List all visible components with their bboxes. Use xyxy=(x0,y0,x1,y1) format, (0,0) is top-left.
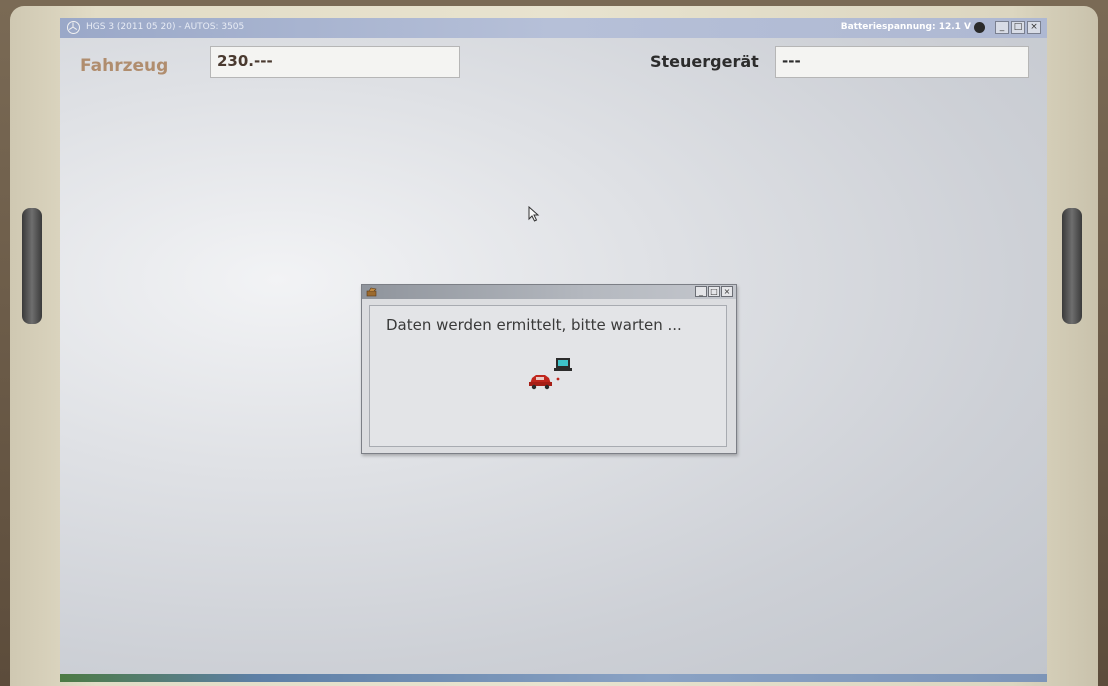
mouse-pointer-icon xyxy=(528,206,540,222)
close-button[interactable]: × xyxy=(1027,21,1041,34)
screen: HGS 3 (2011 05 20) - AUTOS: 3505 Batteri… xyxy=(60,18,1047,682)
vehicle-field[interactable]: 230.--- xyxy=(210,46,460,78)
progress-dialog: _ □ × Daten werden ermittelt, bitte wart… xyxy=(361,284,737,454)
dialog-titlebar[interactable]: _ □ × xyxy=(362,285,736,299)
dialog-window-controls: _ □ × xyxy=(695,286,733,297)
main-workspace: Fahrzeug 230.--- Steuergerät --- _ □ × D… xyxy=(60,38,1047,674)
battery-status-icon xyxy=(974,22,985,33)
car-to-laptop-connection-icon xyxy=(529,358,572,390)
window-title: HGS 3 (2011 05 20) - AUTOS: 3505 xyxy=(86,22,245,32)
ecu-field[interactable]: --- xyxy=(775,46,1029,78)
left-hinge xyxy=(22,208,42,324)
taskbar xyxy=(60,674,1047,682)
vehicle-label: Fahrzeug xyxy=(80,56,169,76)
battery-voltage-label: Batteriespannung: 12.1 V xyxy=(840,22,971,32)
dialog-minimize-button[interactable]: _ xyxy=(695,286,707,297)
right-hinge xyxy=(1062,208,1082,324)
ecu-label: Steuergerät xyxy=(650,52,759,71)
dialog-message: Daten werden ermittelt, bitte warten ... xyxy=(386,316,682,334)
maximize-button[interactable]: □ xyxy=(1011,21,1025,34)
toolbox-icon xyxy=(366,287,377,297)
app-titlebar[interactable]: HGS 3 (2011 05 20) - AUTOS: 3505 Batteri… xyxy=(60,18,1047,38)
mercedes-star-icon xyxy=(67,21,80,34)
dialog-content: Daten werden ermittelt, bitte warten ... xyxy=(369,305,727,447)
dialog-close-button[interactable]: × xyxy=(721,286,733,297)
window-controls: _ □ × xyxy=(995,21,1041,34)
minimize-button[interactable]: _ xyxy=(995,21,1009,34)
dialog-maximize-button[interactable]: □ xyxy=(708,286,720,297)
